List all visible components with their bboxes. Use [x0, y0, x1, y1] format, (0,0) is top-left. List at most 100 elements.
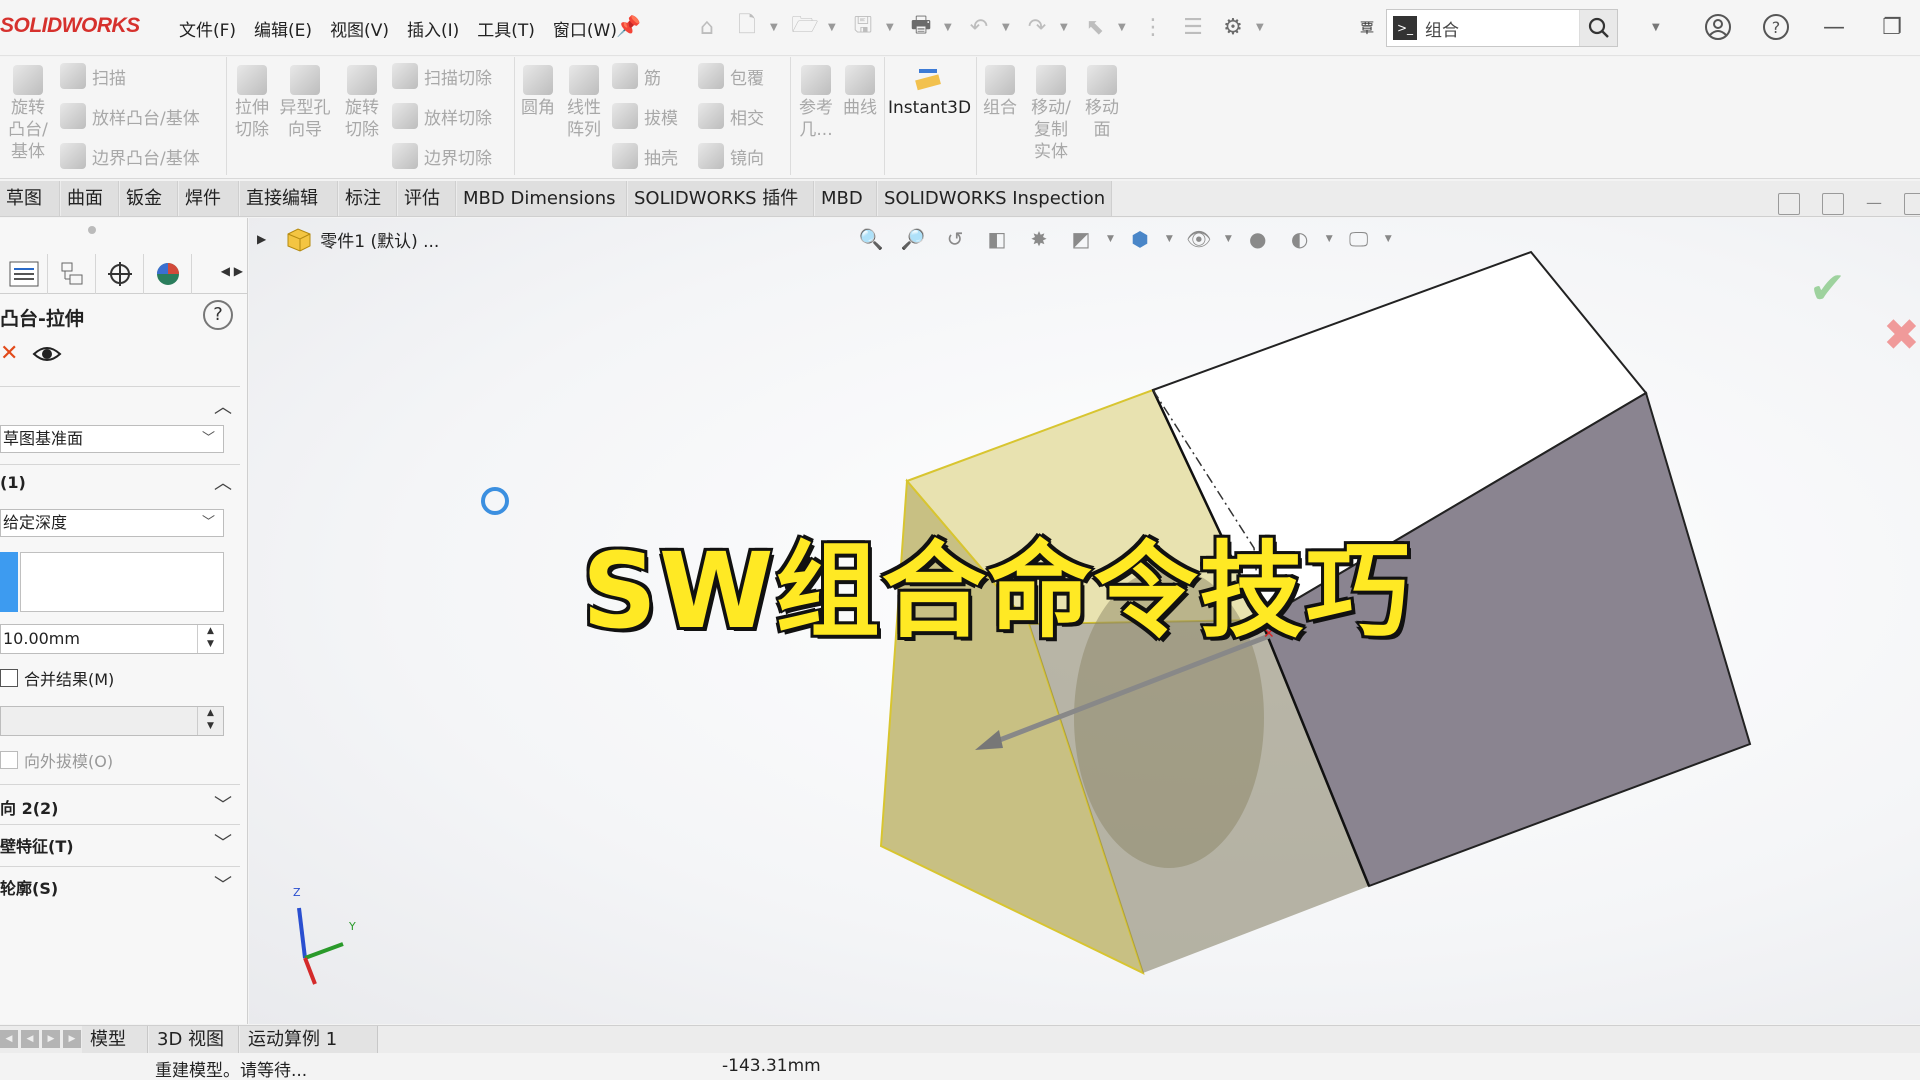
user-account-icon[interactable]	[1700, 8, 1736, 46]
mirror-button[interactable]: 镜向	[698, 143, 764, 169]
curves-button[interactable]: 曲线	[838, 61, 882, 119]
direction2-section[interactable]: 向 2(2) ﹀	[0, 784, 240, 824]
chevron-down-icon[interactable]: ▼	[944, 22, 956, 33]
home-icon[interactable]: ⌂	[690, 8, 724, 46]
tab-solidworks-addins[interactable]: SOLIDWORKS 插件	[628, 181, 814, 216]
end-condition-select[interactable]: 给定深度 ﹀	[0, 509, 224, 537]
contours-section[interactable]: 轮廓(S) ﹀	[0, 866, 240, 906]
restore-view-icon[interactable]	[1904, 193, 1920, 215]
from-condition-select[interactable]: 草图基准面 ﹀	[0, 425, 224, 453]
menu-view[interactable]: 视图(V)	[321, 14, 398, 43]
tab-sheet-metal[interactable]: 钣金	[120, 181, 178, 216]
tab-evaluate[interactable]: 评估	[398, 181, 456, 216]
chevron-down-icon[interactable]: ▼	[1118, 22, 1130, 33]
tab-mbd-dimensions[interactable]: MBD Dimensions	[457, 181, 627, 216]
rib-button[interactable]: 筋	[612, 63, 661, 89]
menu-tools[interactable]: 工具(T)	[468, 14, 544, 43]
thin-feature-section[interactable]: 壁特征(T) ﹀	[0, 824, 240, 864]
sweep-button[interactable]: 扫描	[60, 63, 126, 89]
menu-window[interactable]: 窗口(W)	[544, 14, 626, 43]
fillet-button[interactable]: 圆角	[518, 61, 558, 119]
select-arrow-icon[interactable]: ⬉	[1078, 8, 1112, 46]
redo-icon[interactable]: ↷	[1020, 8, 1054, 46]
tab-weldments[interactable]: 焊件	[179, 181, 239, 216]
tile-right-icon[interactable]	[1822, 193, 1844, 215]
chevron-down-icon[interactable]: ▼	[770, 22, 782, 33]
first-tab-icon[interactable]: ◀	[0, 1030, 18, 1048]
linear-pattern-button[interactable]: 线性 阵列	[562, 61, 606, 141]
appearance-manager-tab-icon[interactable]	[144, 254, 192, 294]
menu-edit[interactable]: 编辑(E)	[245, 14, 321, 43]
checkbox-box[interactable]	[0, 669, 18, 687]
minimize-view-icon[interactable]: —	[1866, 193, 1882, 215]
chevron-up-icon[interactable]: ︿	[214, 469, 232, 495]
tab-surfaces[interactable]: 曲面	[61, 181, 119, 216]
merge-result-checkbox[interactable]: 合并结果(M)	[0, 666, 114, 690]
print-icon[interactable]: 🖶	[904, 8, 938, 46]
chevron-down-icon[interactable]: ▼	[1002, 22, 1014, 33]
wrap-button[interactable]: 包覆	[698, 63, 764, 89]
chevron-down-icon[interactable]: ▼	[1256, 22, 1268, 33]
menu-insert[interactable]: 插入(I)	[398, 14, 468, 43]
revolve-cut-button[interactable]: 旋转 切除	[340, 61, 384, 141]
search-input[interactable]	[1425, 18, 1575, 38]
help-icon[interactable]: ?	[1758, 8, 1794, 46]
pin-icon[interactable]: 📌	[616, 14, 641, 38]
draft-outward-checkbox[interactable]: 向外拔模(O)	[0, 748, 113, 772]
reference-geometry-button[interactable]: 参考 几...	[794, 61, 838, 141]
combine-button[interactable]: 组合	[980, 61, 1020, 119]
new-document-icon[interactable]: 🗋	[730, 8, 764, 46]
loft-button[interactable]: 放样凸台/基体	[60, 103, 200, 129]
tab-scroll-arrows-icon[interactable]: ◀ ▶	[221, 264, 243, 278]
boundary-cut-button[interactable]: 边界切除	[392, 143, 492, 169]
next-tab-icon[interactable]: ▶	[42, 1030, 60, 1048]
tab-solidworks-inspection[interactable]: SOLIDWORKS Inspection	[878, 181, 1112, 216]
save-icon[interactable]: 🖫	[846, 8, 880, 46]
hole-wizard-button[interactable]: 异型孔 向导	[278, 61, 332, 141]
configuration-manager-tab-icon[interactable]	[96, 254, 144, 294]
sweep-cut-button[interactable]: 扫描切除	[392, 63, 492, 89]
minimize-icon[interactable]: —	[1816, 8, 1852, 46]
extrude-cut-button[interactable]: 拉伸 切除	[230, 61, 274, 141]
tab-direct-editing[interactable]: 直接编辑	[240, 181, 338, 216]
property-manager-tab-icon[interactable]	[48, 254, 96, 294]
instant3d-button[interactable]: Instant3D	[888, 61, 971, 119]
tab-model[interactable]: 模型	[82, 1026, 148, 1053]
spinner-arrows-icon[interactable]: ▲ ▼	[197, 707, 223, 735]
chevron-down-icon[interactable]: ﹀	[214, 791, 232, 817]
prev-tab-icon[interactable]: ◀	[21, 1030, 39, 1048]
direction-reverse-indicator[interactable]	[0, 552, 18, 612]
loft-cut-button[interactable]: 放样切除	[392, 103, 492, 129]
menu-file[interactable]: 文件(F)	[170, 14, 245, 43]
chevron-down-icon[interactable]: ▼	[1060, 22, 1072, 33]
depth-input[interactable]: 10.00mm ▲ ▼	[0, 624, 224, 654]
chevron-down-icon[interactable]: ▼	[886, 22, 898, 33]
checkbox-box[interactable]	[0, 751, 18, 769]
search-icon[interactable]	[1579, 10, 1617, 46]
draft-angle-input[interactable]: ▲ ▼	[0, 706, 224, 736]
command-search[interactable]: >_	[1386, 9, 1618, 47]
help-icon[interactable]: ?	[203, 300, 233, 330]
chevron-down-icon[interactable]: ﹀	[214, 829, 232, 855]
open-folder-icon[interactable]: 🗁	[788, 8, 822, 46]
move-face-button[interactable]: 移动 面	[1080, 61, 1124, 141]
tab-sketch[interactable]: 草图	[0, 181, 60, 216]
file-properties-icon[interactable]: ☰	[1176, 8, 1210, 46]
restore-icon[interactable]: ❐	[1874, 8, 1910, 46]
boundary-boss-button[interactable]: 边界凸台/基体	[60, 143, 200, 169]
tab-markup[interactable]: 标注	[339, 181, 397, 216]
chevron-down-icon[interactable]: ▼	[1652, 22, 1660, 33]
move-copy-body-button[interactable]: 移动/ 复制 实体	[1026, 61, 1076, 163]
tile-left-icon[interactable]	[1778, 193, 1800, 215]
preview-eye-icon[interactable]	[32, 344, 62, 364]
cancel-x-icon[interactable]: ✕	[0, 341, 18, 366]
revolve-boss-button[interactable]: 旋转 凸台/ 基体	[8, 61, 48, 163]
shell-button[interactable]: 抽壳	[612, 143, 678, 169]
gear-icon[interactable]: ⚙	[1216, 8, 1250, 46]
tab-motion-study[interactable]: 运动算例 1	[240, 1026, 378, 1053]
chevron-down-icon[interactable]: ﹀	[214, 871, 232, 897]
intersect-button[interactable]: 相交	[698, 103, 764, 129]
feature-manager-tab-icon[interactable]	[0, 254, 48, 294]
draft-button[interactable]: 拔模	[612, 103, 678, 129]
traffic-light-icon[interactable]: ⋮	[1136, 8, 1170, 46]
